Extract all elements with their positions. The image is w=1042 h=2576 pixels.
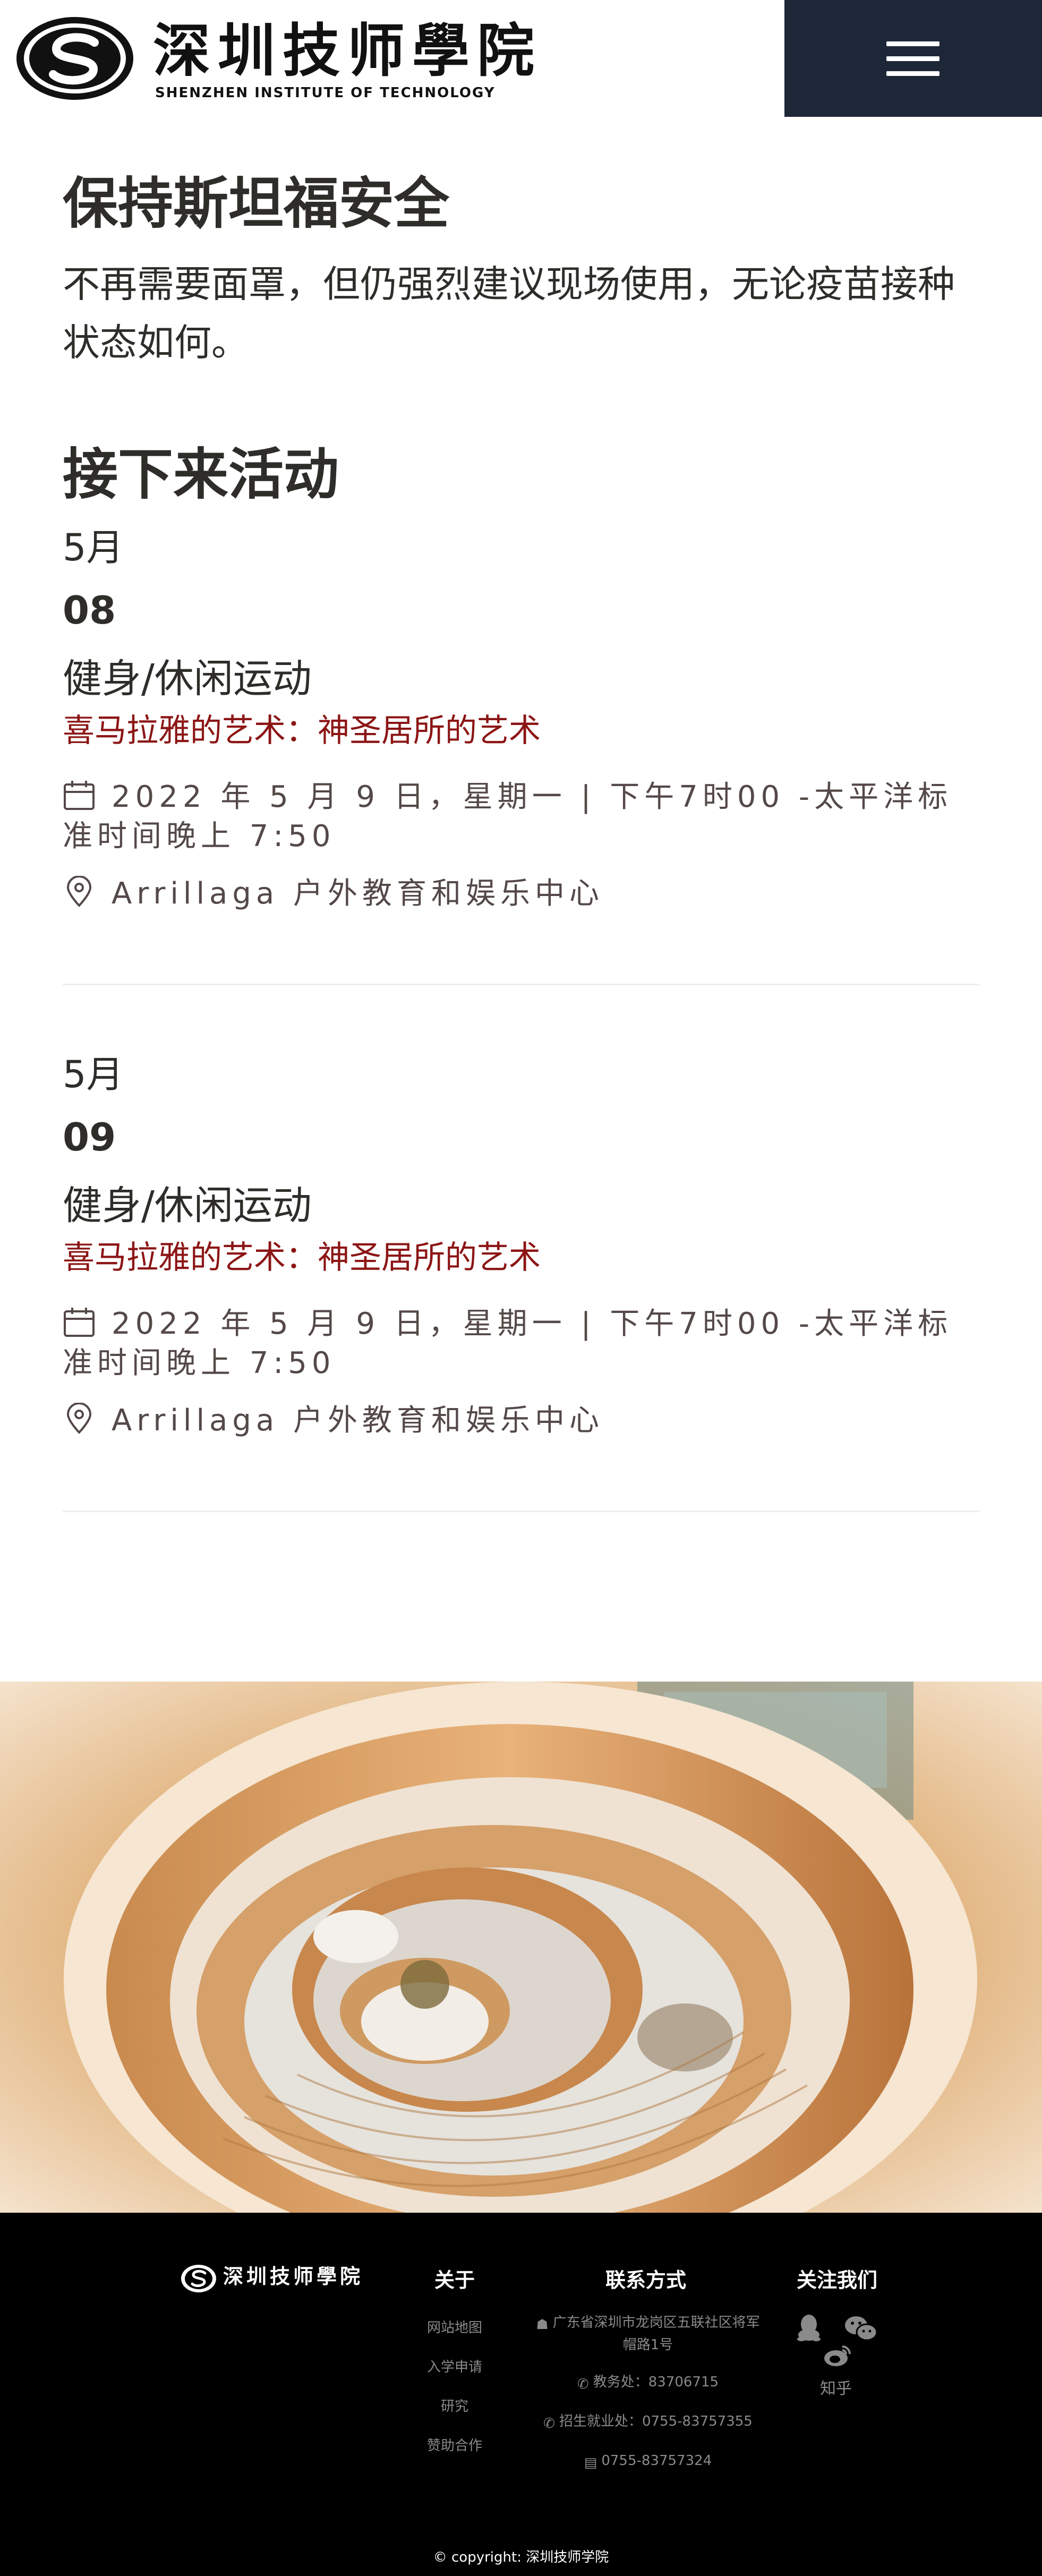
- event-day: 08: [63, 588, 116, 633]
- footer-link-research[interactable]: 研究: [441, 2395, 468, 2415]
- event-category: 健身/休闲运动: [63, 1183, 312, 1229]
- staircase-illustration: [0, 1682, 1042, 2213]
- hamburger-menu-icon: [886, 71, 939, 76]
- event-divider: [63, 984, 979, 985]
- event-datetime-text: 2022 年 5 月 9 日，星期一 | 下午7时00 -太平洋标准时间晚上 7…: [63, 780, 953, 854]
- event-datetime: 2022 年 5 月 9 日，星期一 | 下午7时00 -太平洋标准时间晚上 7…: [63, 778, 979, 856]
- phone-icon: ✆: [543, 2416, 555, 2432]
- zhihu-link[interactable]: 知乎: [820, 2375, 852, 2399]
- footer-fax: ▤ 0755-83757324: [531, 2451, 765, 2473]
- footer-address: ☗ 广东省深圳市龙岗区五联社区将军帽路1号: [531, 2313, 765, 2355]
- hamburger-menu-icon: [886, 56, 939, 61]
- fax-icon: ▤: [584, 2455, 597, 2471]
- event-location-text: Arrillaga 户外教育和娱乐中心: [112, 1403, 604, 1438]
- calendar-icon: [64, 781, 95, 810]
- event-title-link[interactable]: 喜马拉雅的艺术：神圣居所的艺术: [63, 710, 541, 752]
- footer-link-sitemap[interactable]: 网站地图: [427, 2317, 482, 2336]
- phone-icon: ✆: [577, 2376, 589, 2392]
- calendar-icon: [64, 1308, 95, 1337]
- event-month: 5月: [63, 1053, 124, 1096]
- footer-office-text: 教务处：83706715: [593, 2374, 719, 2390]
- school-emblem-icon: [16, 17, 133, 100]
- footer-fax-text: 0755-83757324: [601, 2453, 712, 2469]
- footer-logo[interactable]: 深圳技师學院: [181, 2264, 360, 2293]
- event-category: 健身/休闲运动: [63, 656, 312, 702]
- event-item: 5月 08 健身/休闲运动 喜马拉雅的艺术：神圣居所的艺术 2022 年 5 月…: [63, 524, 979, 991]
- event-datetime-text: 2022 年 5 月 9 日，星期一 | 下午7时00 -太平洋标准时间晚上 7…: [63, 1307, 953, 1380]
- event-location: Arrillaga 户外教育和娱乐中心: [63, 1401, 979, 1440]
- site-footer: 深圳技师學院 关于 网站地图 入学申请 研究 赞助合作 联系方式 ☗ 广东省深圳市…: [0, 2213, 1042, 2576]
- event-location: Arrillaga 户外教育和娱乐中心: [63, 874, 979, 914]
- menu-button[interactable]: [784, 0, 1042, 117]
- footer-about-title: 关于: [434, 2268, 475, 2292]
- safety-notice: 不再需要面罩，但仍强烈建议现场使用，无论疫苗接种状态如何。: [63, 262, 955, 364]
- school-emblem-icon: [181, 2265, 216, 2292]
- footer-contact-title: 联系方式: [605, 2268, 687, 2292]
- event-location-text: Arrillaga 户外教育和娱乐中心: [112, 876, 604, 911]
- footer-office-phone: ✆ 教务处：83706715: [531, 2372, 765, 2394]
- location-pin-icon: [66, 1403, 92, 1434]
- logo-chinese-name: 深圳技师學院: [153, 18, 542, 84]
- event-month: 5月: [63, 526, 124, 569]
- location-pin-icon: [66, 876, 92, 907]
- qq-icon[interactable]: [797, 2314, 821, 2341]
- logo-english-name: SHENZHEN INSTITUTE OF TECHNOLOGY: [155, 85, 496, 101]
- weibo-icon[interactable]: [823, 2343, 852, 2368]
- footer-address-text: 广东省深圳市龙岗区五联社区将军帽路1号: [552, 2315, 760, 2353]
- event-datetime: 2022 年 5 月 9 日，星期一 | 下午7时00 -太平洋标准时间晚上 7…: [63, 1304, 979, 1383]
- spiral-staircase-photo: [0, 1682, 1042, 2213]
- footer-link-admission[interactable]: 入学申请: [427, 2356, 482, 2376]
- safety-heading: 保持斯坦福安全: [63, 171, 450, 236]
- hamburger-menu-icon: [886, 41, 939, 46]
- event-title-link[interactable]: 喜马拉雅的艺术：神圣居所的艺术: [63, 1236, 541, 1279]
- wechat-icon[interactable]: [844, 2316, 877, 2341]
- footer-admission-phone: ✆ 招生就业处：0755-83757355: [531, 2411, 765, 2434]
- event-item: 5月 09 健身/休闲运动 喜马拉雅的艺术：神圣居所的艺术 2022 年 5 月…: [63, 1051, 979, 1518]
- footer-logo-text: 深圳技师學院: [223, 2264, 364, 2288]
- footer-link-sponsorship[interactable]: 赞助合作: [427, 2435, 482, 2454]
- site-header: 深圳技师學院 SHENZHEN INSTITUTE OF TECHNOLOGY: [0, 0, 1042, 117]
- footer-admission-text: 招生就业处：0755-83757355: [559, 2413, 753, 2429]
- event-day: 09: [63, 1115, 116, 1159]
- copyright: © copyright: 深圳技师学院: [433, 2549, 609, 2565]
- event-divider: [63, 1511, 979, 1512]
- events-heading: 接下来活动: [63, 442, 339, 507]
- home-icon: ☗: [536, 2317, 549, 2333]
- footer-follow-title: 关注我们: [797, 2268, 878, 2292]
- site-logo[interactable]: 深圳技师學院 SHENZHEN INSTITUTE OF TECHNOLOGY: [15, 15, 535, 102]
